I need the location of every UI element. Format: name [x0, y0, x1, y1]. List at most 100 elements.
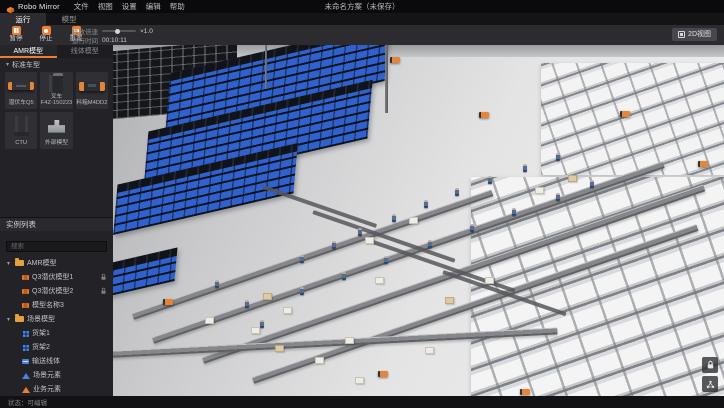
folder-icon: [15, 316, 24, 322]
menu-item-4[interactable]: 编辑: [146, 1, 161, 12]
tree-group-场景模型[interactable]: ▾场景模型: [0, 312, 113, 326]
tree-group-AMR模型[interactable]: ▾ AMR模型: [0, 256, 113, 270]
scene-floor-box: [263, 293, 272, 300]
caret-down-icon: ▾: [7, 260, 12, 267]
model-thumbnail: [5, 72, 37, 100]
shelf-icon: [22, 330, 29, 337]
speed-slider-handle[interactable]: [115, 29, 120, 34]
scene-floor-box: [485, 277, 494, 284]
run-toolbar: 暂停停止重置 播放倍速 ×1.0 运行时间 00:10:11 2D视图: [0, 25, 724, 45]
menu-item-3[interactable]: 设置: [122, 1, 137, 12]
ctu-icon: [15, 116, 28, 136]
model-card-label: CTU: [15, 140, 27, 147]
ribbon-tab-模型[interactable]: 模型: [46, 13, 92, 25]
menu-item-1[interactable]: 文件: [74, 1, 89, 12]
section-standard-vehicles[interactable]: ▾ 标准车型: [0, 58, 113, 71]
scene-worker-figure: [300, 255, 304, 263]
speed-slider[interactable]: [102, 30, 136, 32]
menu-item-5[interactable]: 帮助: [170, 1, 185, 12]
menu-bar: 文件视图设置编辑帮助: [74, 1, 185, 12]
scene-worker-figure: [358, 228, 362, 236]
scene-floor-box: [445, 297, 454, 304]
lock-button[interactable]: [702, 357, 718, 373]
scene-floor-box: [535, 187, 544, 194]
shelf-icon: [22, 344, 29, 351]
tree-item-label: 货架1: [32, 328, 50, 338]
viewport-3d[interactable]: [113, 45, 724, 396]
tree-item-label: 场景元素: [33, 370, 61, 380]
scene-floor-box: [568, 175, 577, 182]
amr-icon: [22, 303, 29, 308]
caret-down-icon: ▾: [6, 61, 9, 68]
status-text: 状态：可编辑: [8, 397, 47, 407]
model-thumbnail: [76, 72, 108, 100]
scene-worker-figure: [342, 272, 346, 280]
view-2d-button[interactable]: 2D视图: [672, 28, 717, 41]
external-icon: [48, 120, 65, 133]
tree-item-输送线体[interactable]: 输送线体: [0, 354, 113, 368]
tree-item-label: 模型名称3: [32, 300, 64, 310]
scene-floor-box: [275, 345, 284, 352]
search-input[interactable]: [6, 241, 107, 252]
stop-button[interactable]: 停止: [35, 26, 57, 43]
model-card-叉车[interactable]: 叉车F4Z-150223: [40, 72, 72, 109]
tree-item-label: 货架2: [32, 342, 50, 352]
app-name: Robo Mirror: [18, 2, 60, 11]
tree-item-label: Q3潜伏模型1: [32, 272, 73, 282]
scene-floor-box: [355, 377, 364, 384]
scene-agv-robot: [620, 111, 630, 117]
ribbon-tab-运行[interactable]: 运行: [0, 13, 46, 25]
pause-button[interactable]: 暂停: [5, 26, 27, 43]
scene-agv-robot: [698, 161, 708, 167]
model-thumbnail: [5, 112, 37, 140]
scene-worker-figure: [300, 287, 304, 295]
model-card-label: 潜伏车Q5: [9, 100, 34, 107]
panel-tab-线体模型[interactable]: 线体模型: [57, 45, 114, 58]
scene-agv-robot: [390, 57, 400, 63]
runtime-value: 00:10:11: [102, 37, 127, 44]
scene-worker-figure: [590, 180, 594, 188]
scene-agv-robot: [479, 112, 489, 118]
network-button[interactable]: [702, 376, 718, 392]
tree-item-模型名称3[interactable]: 模型名称3: [0, 298, 113, 312]
model-card-外部模型[interactable]: 外部模型: [40, 112, 72, 149]
agv-bin-icon: [79, 82, 105, 91]
tree-item-label: 业务元素: [33, 384, 61, 394]
app-logo-icon: [6, 2, 15, 11]
business-icon: [22, 387, 30, 393]
tree-item-场景元素[interactable]: 场景元素: [0, 368, 113, 382]
scene-floor-box: [365, 237, 374, 244]
scene-floor-box: [409, 217, 418, 224]
model-thumbnail: [40, 72, 72, 94]
model-card-label: 外部模型: [45, 140, 68, 147]
model-card-料箱M4DD2[interactable]: 料箱M4DD2: [76, 72, 108, 109]
tree-item-业务元素[interactable]: 业务元素: [0, 382, 113, 396]
tree-item-Q3潜伏模型1[interactable]: Q3潜伏模型1: [0, 270, 113, 284]
section-title: 标准车型: [12, 60, 40, 70]
model-card-潜伏车Q5[interactable]: 潜伏车Q5: [5, 72, 37, 109]
view-2d-label: 2D视图: [688, 31, 711, 38]
menu-item-2[interactable]: 视图: [98, 1, 113, 12]
scene-rack-upright: [265, 45, 267, 89]
scene-agv-robot: [378, 371, 388, 377]
scene-floor-box: [283, 307, 292, 314]
lock-icon: [100, 273, 107, 281]
scene-rack-upright: [385, 45, 388, 113]
stop-label: 停止: [40, 36, 53, 43]
tree-group-label: AMR模型: [27, 258, 57, 268]
tree-item-Q3潜伏模型2[interactable]: Q3潜伏模型2: [0, 284, 113, 298]
tree-item-货架1[interactable]: 货架1: [0, 326, 113, 340]
scene-worker-figure: [424, 200, 428, 208]
stop-icon: [42, 26, 51, 35]
conveyor-icon: [22, 359, 29, 364]
scene-worker-figure: [215, 280, 219, 288]
model-card-CTU[interactable]: CTU: [5, 112, 37, 149]
instance-list-header: 实例列表: [0, 217, 113, 231]
scene-cross-belt: [312, 210, 455, 263]
title-bar: Robo Mirror 文件视图设置编辑帮助 未命名方案（未保存）: [0, 0, 724, 13]
scene-worker-figure: [332, 241, 336, 249]
scene-worker-figure: [488, 176, 492, 184]
tree-item-货架2[interactable]: 货架2: [0, 340, 113, 354]
panel-tab-AMR模型[interactable]: AMR模型: [0, 45, 57, 58]
scene-worker-figure: [512, 208, 516, 216]
